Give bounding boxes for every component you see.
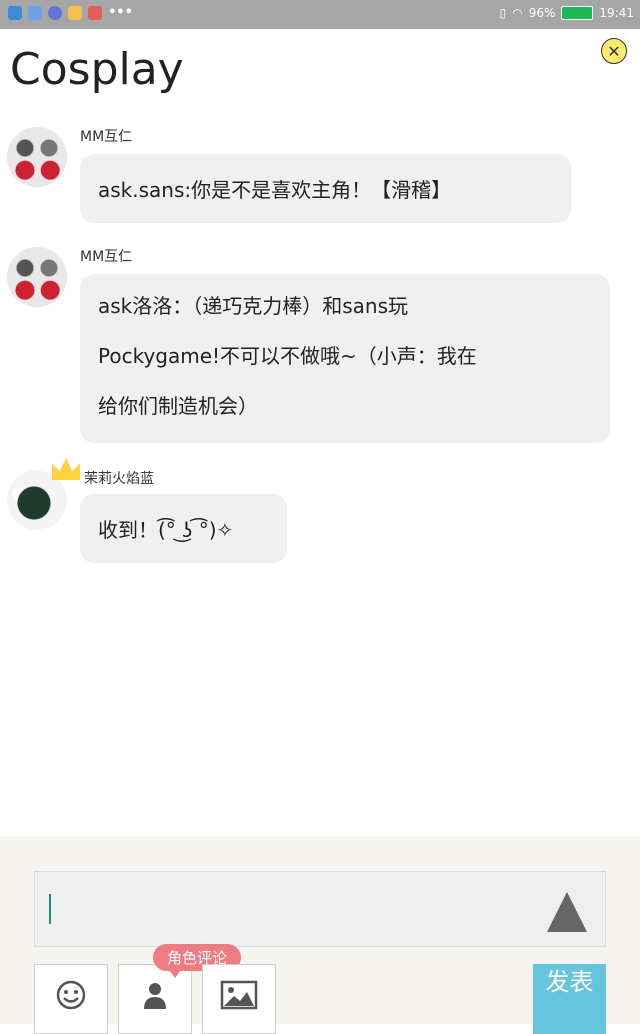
message-bubble: ask洛洛：（递巧克力棒）和sans玩 Pockygame!不可以不做哦~（小声…	[80, 274, 610, 443]
close-icon: ✕	[607, 41, 621, 61]
app-icon	[68, 6, 82, 20]
image-icon	[220, 980, 258, 1010]
message-item: 茉莉火焰蓝 收到！(͡° ͜ʖ ͡°)✧	[0, 458, 640, 568]
calendar-icon	[88, 6, 102, 20]
status-bar: ••• ▯ ◠ 96% 19:41	[0, 0, 640, 29]
close-button[interactable]: ✕	[601, 38, 627, 64]
status-system: ▯ ◠ 96% 19:41	[500, 6, 634, 20]
message-text: ask洛洛：（递巧克力棒）和sans玩	[98, 294, 409, 318]
text-caret	[49, 894, 51, 924]
clock: 19:41	[599, 6, 634, 20]
message-bubble: 收到！(͡° ͜ʖ ͡°)✧	[80, 494, 287, 563]
browser-icon	[28, 6, 42, 20]
vibrate-icon: ▯	[499, 6, 507, 20]
username[interactable]: MM互仁	[80, 126, 132, 146]
overflow-dots: •••	[108, 5, 133, 20]
message-text: ask.sans:你是不是喜欢主角！【滑稽】	[98, 178, 452, 202]
status-notifications: •••	[8, 6, 133, 20]
telegram-icon	[8, 6, 22, 20]
page-title: Cosplay	[10, 44, 184, 95]
wifi-icon: ◠	[512, 6, 523, 20]
battery-icon	[561, 6, 594, 20]
battery-percent: 96%	[528, 6, 556, 20]
emoji-icon	[56, 980, 86, 1010]
message-text: Pockygame!不可以不做哦~（小声：我在	[98, 344, 477, 368]
composer: 角色评论 发表	[0, 836, 640, 1034]
username[interactable]: MM互仁	[80, 246, 132, 266]
message-text: 给你们制造机会）	[98, 394, 258, 418]
message-bubble: ask.sans:你是不是喜欢主角！【滑稽】	[80, 154, 571, 223]
username[interactable]: 茉莉火焰蓝	[84, 468, 154, 488]
message-text: 收到！(͡° ͜ʖ ͡°)✧	[98, 518, 234, 542]
k-app-icon	[48, 6, 62, 20]
comment-input[interactable]	[34, 871, 606, 947]
person-icon	[144, 983, 166, 1009]
message-item: MM互仁 ask.sans:你是不是喜欢主角！【滑稽】	[0, 124, 640, 224]
message-item: MM互仁 ask洛洛：（递巧克力棒）和sans玩 Pockygame!不可以不做…	[0, 244, 640, 444]
crown-icon	[52, 458, 80, 480]
avatar[interactable]	[7, 127, 67, 187]
avatar[interactable]	[7, 247, 67, 307]
send-triangle-icon[interactable]	[547, 892, 587, 932]
